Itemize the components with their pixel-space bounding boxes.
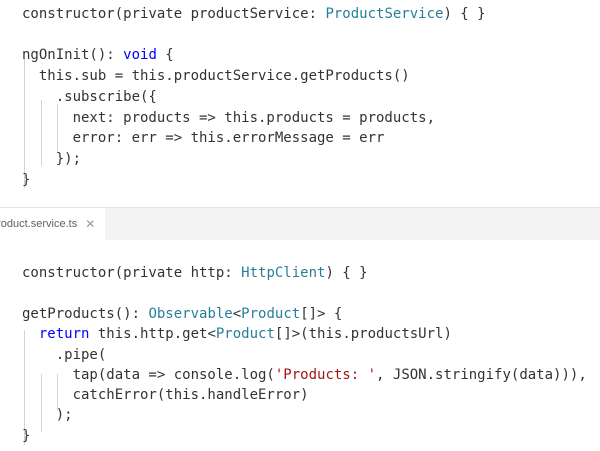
code-token: Product: [241, 305, 301, 322]
code-token: HttpClient: [241, 265, 326, 282]
code-token: .pipe(: [22, 346, 107, 363]
code-token: this.http.get<: [89, 326, 216, 343]
code-token: }: [22, 427, 31, 444]
code-line: .subscribe({: [22, 87, 157, 107]
code-token: []>(this.productsUrl): [274, 326, 452, 343]
code-token: , JSON.stringify(data))),: [376, 366, 587, 383]
code-token: []> {: [300, 305, 343, 322]
code-token: 'Products: ': [274, 366, 377, 383]
tab-label: product.service.ts: [0, 218, 78, 230]
code-line: next: products => this.products = produc…: [22, 108, 435, 128]
code-line: this.sub = this.productService.getProduc…: [22, 66, 410, 86]
code-token: catchError(this.handleError): [22, 387, 309, 404]
code-token: ) { }: [443, 6, 486, 22]
code-token: return: [38, 326, 90, 343]
code-token: ) { }: [325, 265, 368, 282]
code-token: constructor(private http:: [22, 265, 242, 282]
code-token: {: [156, 47, 174, 64]
code-token: void: [123, 47, 157, 64]
code-token: <: [232, 305, 242, 322]
code-token: Product: [215, 326, 275, 343]
code-line: tap(data => console.log('Products: ', JS…: [22, 365, 587, 385]
code-token: });: [22, 150, 82, 167]
code-token: .subscribe({: [22, 88, 157, 105]
code-token: constructor(private productService:: [22, 6, 326, 22]
code-line: }: [22, 170, 30, 190]
code-line: constructor(private productService: Prod…: [22, 4, 486, 24]
code-line: catchError(this.handleError): [22, 385, 309, 405]
code-token: next: products => this.products = produc…: [22, 109, 436, 126]
code-line: constructor(private http: HttpClient) { …: [22, 263, 368, 283]
code-token: );: [22, 407, 73, 424]
code-line: getProducts(): Observable<Product[]> {: [22, 304, 342, 324]
code-token: tap(data => console.log(: [22, 366, 275, 383]
code-line: return this.http.get<Product[]>(this.pro…: [22, 324, 452, 344]
tab-product-service[interactable]: product.service.ts ✕: [0, 208, 106, 240]
code-line: }: [22, 426, 30, 446]
code-line: );: [22, 405, 73, 425]
code-line: .pipe(: [22, 345, 107, 365]
code-token: Observable: [148, 305, 233, 322]
code-token: ProductService: [325, 6, 444, 22]
code-token: error: err => this.errorMessage = err: [22, 130, 385, 147]
code-token: this.sub = this.productService.getProduc…: [22, 68, 410, 85]
code-line: error: err => this.errorMessage = err: [22, 128, 385, 148]
code-line: });: [22, 149, 81, 169]
close-icon[interactable]: ✕: [85, 217, 95, 231]
editor-tab-bar: product.service.ts ✕: [0, 207, 600, 240]
code-token: getProducts():: [22, 305, 149, 322]
code-token: }: [22, 171, 31, 188]
code-token: ngOnInit():: [22, 47, 124, 64]
top-code-editor[interactable]: constructor(private productService: Prod…: [0, 0, 600, 207]
bottom-code-editor[interactable]: constructor(private http: HttpClient) { …: [0, 240, 600, 451]
code-line: ngOnInit(): void {: [22, 45, 174, 65]
